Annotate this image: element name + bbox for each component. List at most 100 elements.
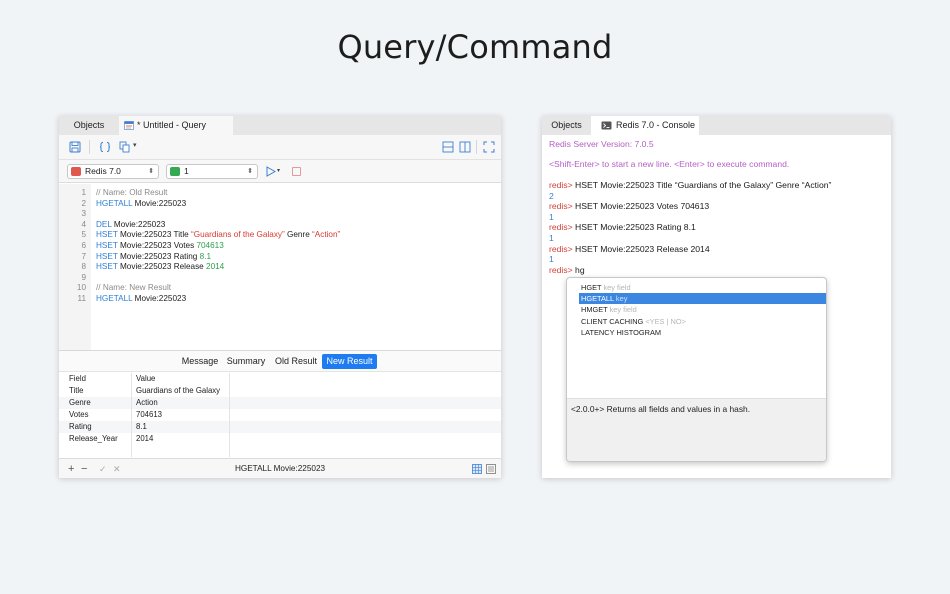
- page-title: Query/Command: [337, 28, 613, 66]
- code-token: 704613: [196, 241, 224, 250]
- code-text: // Name: Old Result: [96, 187, 167, 198]
- autocomplete-command: HGETALL: [581, 294, 614, 304]
- code-token: Movie:225023: [111, 219, 166, 229]
- console-command-line: redis> hg: [549, 265, 585, 276]
- console-output[interactable]: Redis Server Version: 7.0.5 <Shift-Enter…: [542, 135, 891, 478]
- grid-view-icon[interactable]: [472, 464, 482, 474]
- code-token: Movie:225023: [132, 198, 187, 208]
- run-dropdown-icon[interactable]: ▾: [277, 167, 280, 174]
- autocomplete-command: HGET: [581, 283, 602, 292]
- code-token: Genre: [284, 230, 313, 240]
- autocomplete-item[interactable]: HGETALL key: [579, 293, 826, 305]
- table-row[interactable]: Genre Action: [59, 397, 501, 409]
- console-prompt: redis>: [549, 180, 573, 190]
- autocomplete-hint: key field: [607, 305, 637, 315]
- autocomplete-hint: key: [613, 294, 628, 304]
- autocomplete-item[interactable]: HMGET key field: [579, 304, 826, 315]
- code-editor[interactable]: 1 // Name: Old Result 2 HGETALL Movie:22502…: [59, 184, 501, 350]
- result-tabs: Message Summary Old Result New Result: [59, 350, 501, 372]
- console-command-line: redis> HSET Movie:225023 Release 2014: [549, 244, 710, 255]
- status-query-text: HGETALL Movie:225023: [234, 464, 326, 473]
- code-token: Movie:225023: [132, 294, 187, 303]
- console-result: 1: [549, 254, 554, 265]
- connection-select[interactable]: Redis 7.0 ⬍: [67, 164, 159, 179]
- autocomplete-popup: HGET key field HGETALL key HMGET key field…: [566, 277, 827, 462]
- table-row[interactable]: Release_Year 2014: [59, 433, 501, 445]
- field-cell[interactable]: Rating: [69, 421, 92, 433]
- value-cell[interactable]: Guardians of the Galaxy: [136, 385, 220, 397]
- code-token: HGETALL: [96, 294, 133, 303]
- value-cell[interactable]: 704613: [136, 409, 162, 421]
- code-token: // Name: Old Result: [96, 188, 168, 197]
- query-tab-icon: [124, 121, 134, 130]
- tab-query[interactable]: * Untitled - Query: [119, 116, 233, 135]
- console-result: 2: [549, 190, 554, 201]
- field-cell[interactable]: Release_Year: [69, 433, 118, 445]
- tab-summary[interactable]: Summary: [225, 354, 267, 369]
- tab-message[interactable]: Message: [177, 354, 223, 369]
- save-icon[interactable]: [69, 141, 81, 153]
- form-view-icon[interactable]: [486, 464, 496, 474]
- beautify-icon[interactable]: [99, 141, 111, 153]
- console-command-line: redis> HSET Movie:225023 Votes 704613: [549, 201, 709, 212]
- line-number: 3: [81, 209, 86, 219]
- split-vertical-icon[interactable]: [459, 141, 471, 153]
- table-row[interactable]: Votes 704613: [59, 409, 501, 421]
- code-token: HGETALL: [96, 198, 133, 208]
- console-command: HSET Movie:225023 Title “Guardians of th…: [572, 180, 832, 190]
- help-text: <Shift-Enter> to start a new line. <Ente…: [549, 159, 790, 169]
- tab-old-result[interactable]: Old Result: [271, 354, 321, 369]
- tab-new-result[interactable]: New Result: [322, 354, 377, 369]
- fullscreen-icon[interactable]: [483, 141, 495, 153]
- code-text: HSET Movie:225023 Rating 8.1: [96, 251, 211, 262]
- stop-icon[interactable]: [292, 167, 301, 176]
- tab-console[interactable]: Redis 7.0 - Console: [591, 116, 699, 135]
- autocomplete-item[interactable]: HGET key field: [579, 282, 826, 293]
- autocomplete-command: HMGET: [581, 305, 608, 315]
- line-number: 5: [81, 230, 86, 240]
- code-text: HSET Movie:225023 Votes 704613: [96, 240, 224, 251]
- database-select[interactable]: 1 ⬍: [166, 164, 258, 179]
- code-token: Movie:225023 Title: [117, 230, 191, 240]
- console-command-line: redis> HSET Movie:225023 Title “Guardian…: [549, 180, 831, 191]
- code-token: HSET: [96, 251, 118, 261]
- code-token: HSET: [96, 230, 118, 240]
- line-number: 8: [81, 262, 86, 272]
- value-cell[interactable]: 2014: [136, 433, 153, 445]
- field-cell[interactable]: Votes: [69, 409, 89, 421]
- line-number: 9: [81, 272, 86, 282]
- value-cell[interactable]: Action: [136, 397, 158, 409]
- autocomplete-item[interactable]: LATENCY HISTOGRAM: [579, 327, 826, 338]
- console-command: HSET Movie:225023 Release 2014: [572, 243, 710, 254]
- autocomplete-item[interactable]: CLIENT CACHING <YES | NO>: [579, 316, 826, 327]
- field-cell[interactable]: Title: [69, 385, 83, 397]
- value-cell[interactable]: 8.1: [136, 421, 147, 433]
- code-token: Movie:225023 Rating: [117, 251, 200, 261]
- console-command: HSET Movie:225023 Votes 704613: [572, 201, 710, 212]
- database-icon: [170, 167, 180, 176]
- snippet-dropdown-icon[interactable]: ▾: [133, 141, 137, 149]
- split-horizontal-icon[interactable]: [442, 141, 454, 153]
- code-token: 2014: [206, 262, 225, 272]
- snippet-icon[interactable]: [119, 141, 131, 153]
- redis-icon: [71, 167, 81, 176]
- console-prompt: redis>: [549, 264, 573, 275]
- tab-strip: Objects * Untitled - Query: [59, 116, 501, 135]
- tab-console-label: Redis 7.0 - Console: [616, 120, 696, 130]
- column-header-field[interactable]: Field: [69, 373, 86, 385]
- autocomplete-hint: key field: [601, 283, 631, 292]
- code-token: Movie:225023 Release: [117, 262, 207, 272]
- table-row[interactable]: Title Guardians of the Galaxy: [59, 385, 501, 397]
- field-cell[interactable]: Genre: [69, 397, 91, 409]
- autocomplete-command: CLIENT CACHING: [581, 316, 644, 326]
- table-row[interactable]: Rating 8.1: [59, 421, 501, 433]
- run-icon[interactable]: [266, 166, 276, 177]
- tab-objects[interactable]: Objects: [542, 116, 591, 135]
- database-value: 1: [184, 166, 189, 176]
- column-divider: [131, 373, 132, 457]
- column-header-value[interactable]: Value: [136, 373, 155, 385]
- line-number: 4: [81, 219, 86, 229]
- tab-objects[interactable]: Objects: [59, 116, 119, 135]
- line-number: 2: [81, 198, 86, 208]
- code-text: HGETALL Movie:225023: [96, 198, 186, 209]
